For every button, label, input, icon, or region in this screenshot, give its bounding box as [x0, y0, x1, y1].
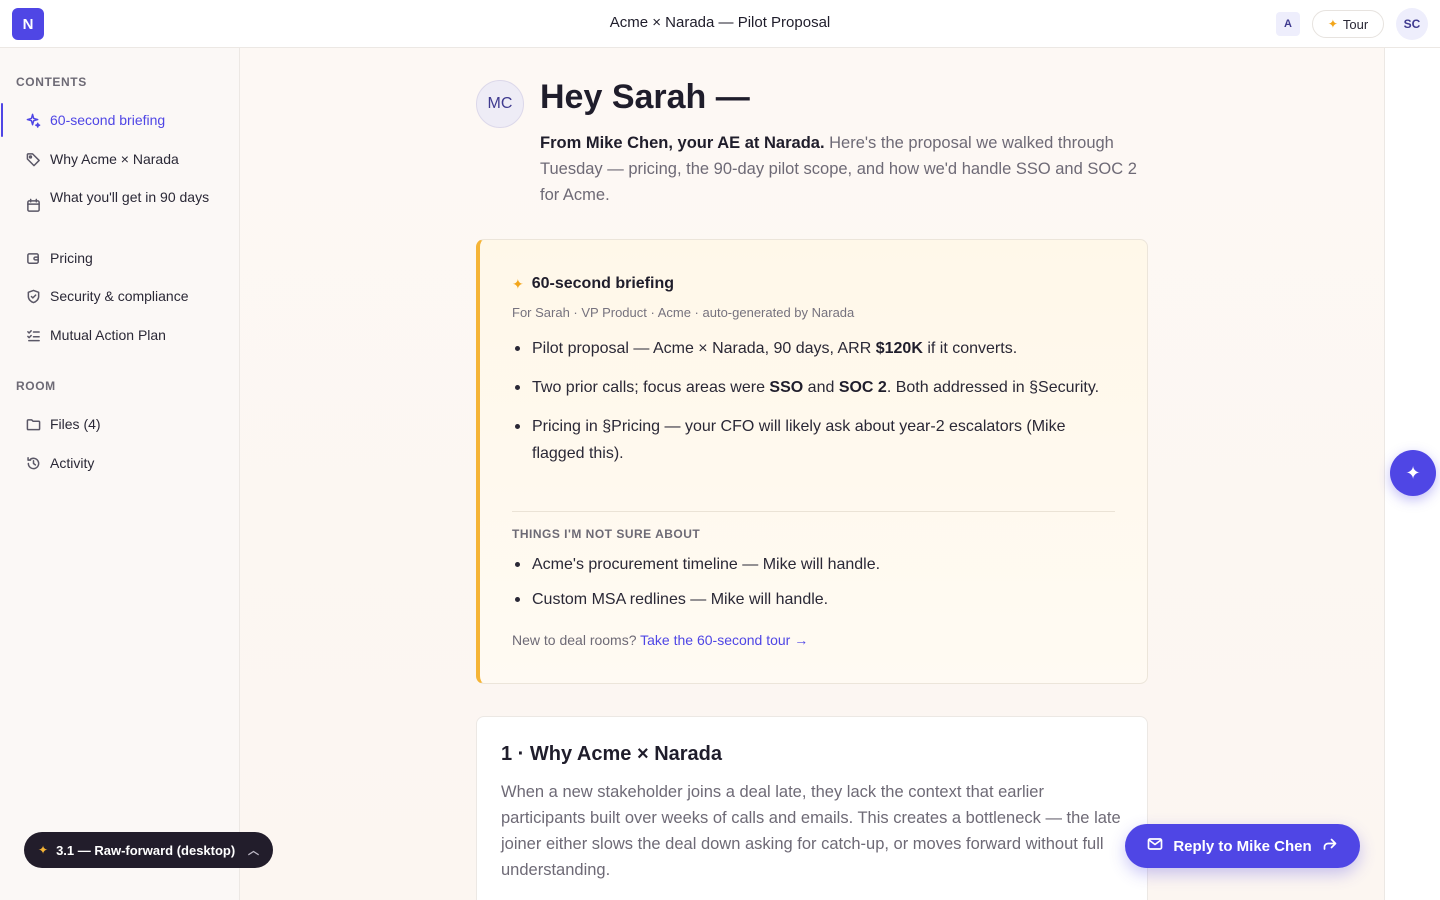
- sidebar-item-label: Pricing: [50, 250, 93, 266]
- sparkle-icon: [24, 109, 42, 131]
- section-why-card: 1 · Why Acme × Narada When a new stakeho…: [476, 716, 1148, 900]
- sidebar-item-files[interactable]: Files (4): [0, 413, 239, 435]
- version-label: 3.1 — Raw-forward (desktop): [56, 842, 236, 858]
- version-selector[interactable]: ✦ 3.1 — Raw-forward (desktop) ︿: [24, 832, 273, 868]
- room-heading: ROOM: [16, 379, 56, 393]
- tour-button-label: Tour: [1342, 16, 1369, 32]
- section-body: When a new stakeholder joins a deal late…: [501, 783, 1121, 879]
- chevron-up-icon: ︿: [248, 845, 259, 857]
- sidebar: CONTENTS 60-second briefing Why Acme × N…: [0, 48, 240, 900]
- tour-prompt-text: New to deal rooms?: [512, 632, 641, 648]
- list-item: Acme's procurement timeline — Mike will …: [512, 551, 1112, 578]
- sidebar-item-label: What you'll get in 90 days: [50, 189, 210, 205]
- tour-button[interactable]: ✦ Tour: [1312, 10, 1384, 38]
- sidebar-item-pricing[interactable]: Pricing: [0, 247, 239, 269]
- sender-avatar: MC: [476, 80, 524, 128]
- sidebar-item-label: Security & compliance: [50, 288, 189, 304]
- sidebar-item-why[interactable]: Why Acme × Narada: [0, 148, 239, 170]
- briefing-title: ✦ 60-second briefing: [512, 275, 674, 293]
- divider: [512, 511, 1115, 512]
- folder-icon: [24, 413, 42, 435]
- sidebar-item-label: Why Acme × Narada: [50, 151, 179, 167]
- sidebar-item-label: Activity: [50, 455, 95, 471]
- sidebar-item-label: 60-second briefing: [50, 112, 166, 128]
- list-item: Two prior calls; focus areas were SSO an…: [512, 374, 1112, 401]
- sidebar-item-security[interactable]: Security & compliance: [0, 285, 239, 307]
- user-avatar[interactable]: SC: [1396, 8, 1428, 40]
- mail-icon: [1147, 836, 1163, 856]
- shield-icon: [24, 285, 42, 307]
- sidebar-item-label: Files (4): [50, 416, 101, 432]
- section-title: 1 · Why Acme × Narada: [501, 743, 723, 765]
- reply-arrow-icon: [1322, 836, 1338, 856]
- sparkle-icon: ✦: [1405, 462, 1421, 483]
- ai-assistant-button[interactable]: ✦: [1390, 450, 1436, 496]
- contents-heading: CONTENTS: [16, 75, 87, 89]
- document-title: Acme × Narada — Pilot Proposal: [609, 14, 831, 31]
- sidebar-item-activity[interactable]: Activity: [0, 452, 239, 474]
- tour-link[interactable]: Take the 60-second tour →: [640, 632, 808, 648]
- reply-button-label: Reply to Mike Chen: [1173, 837, 1312, 855]
- calendar-icon: [24, 197, 42, 213]
- briefing-bullets: Pilot proposal — Acme × Narada, 90 days,…: [512, 335, 1112, 479]
- tag-icon: [24, 148, 42, 170]
- sparkle-icon: ✦: [1327, 17, 1338, 31]
- checklist-icon: [24, 324, 42, 346]
- sparkle-icon: ✦: [512, 275, 524, 292]
- sidebar-item-action-plan[interactable]: Mutual Action Plan: [0, 324, 239, 346]
- reply-button[interactable]: Reply to Mike Chen: [1125, 824, 1360, 868]
- sidebar-item-briefing[interactable]: 60-second briefing: [0, 109, 239, 131]
- greeting-title: Hey Sarah —: [540, 78, 750, 116]
- briefing-title-text: 60-second briefing: [531, 275, 674, 292]
- wallet-icon: [24, 247, 42, 269]
- briefing-subtitle: For Sarah · VP Product · Acme · auto-gen…: [512, 305, 855, 320]
- list-item: Custom MSA redlines — Mike will handle.: [512, 586, 1112, 613]
- intro-lead: From Mike Chen, your AE at Narada.: [540, 134, 825, 152]
- unsure-heading: THINGS I'M NOT SURE ABOUT: [512, 527, 701, 541]
- list-item: Pricing in §Pricing — your CFO will like…: [512, 413, 1112, 467]
- list-item: Pilot proposal — Acme × Narada, 90 days,…: [512, 335, 1112, 362]
- intro-text: From Mike Chen, your AE at Narada. Here'…: [540, 130, 1150, 208]
- briefing-card: ✦ 60-second briefing For Sarah · VP Prod…: [476, 239, 1148, 684]
- top-bar: N Acme × Narada — Pilot Proposal A ✦ Tou…: [0, 0, 1440, 48]
- sidebar-item-label: Mutual Action Plan: [50, 327, 166, 343]
- history-icon: [24, 452, 42, 474]
- sidebar-item-90-days[interactable]: What you'll get in 90 days: [0, 186, 220, 213]
- sparkle-icon: ✦: [38, 843, 49, 857]
- unsure-list: Acme's procurement timeline — Mike will …: [512, 551, 1112, 625]
- tour-prompt: New to deal rooms? Take the 60-second to…: [512, 632, 808, 648]
- font-size-button[interactable]: A: [1276, 12, 1300, 36]
